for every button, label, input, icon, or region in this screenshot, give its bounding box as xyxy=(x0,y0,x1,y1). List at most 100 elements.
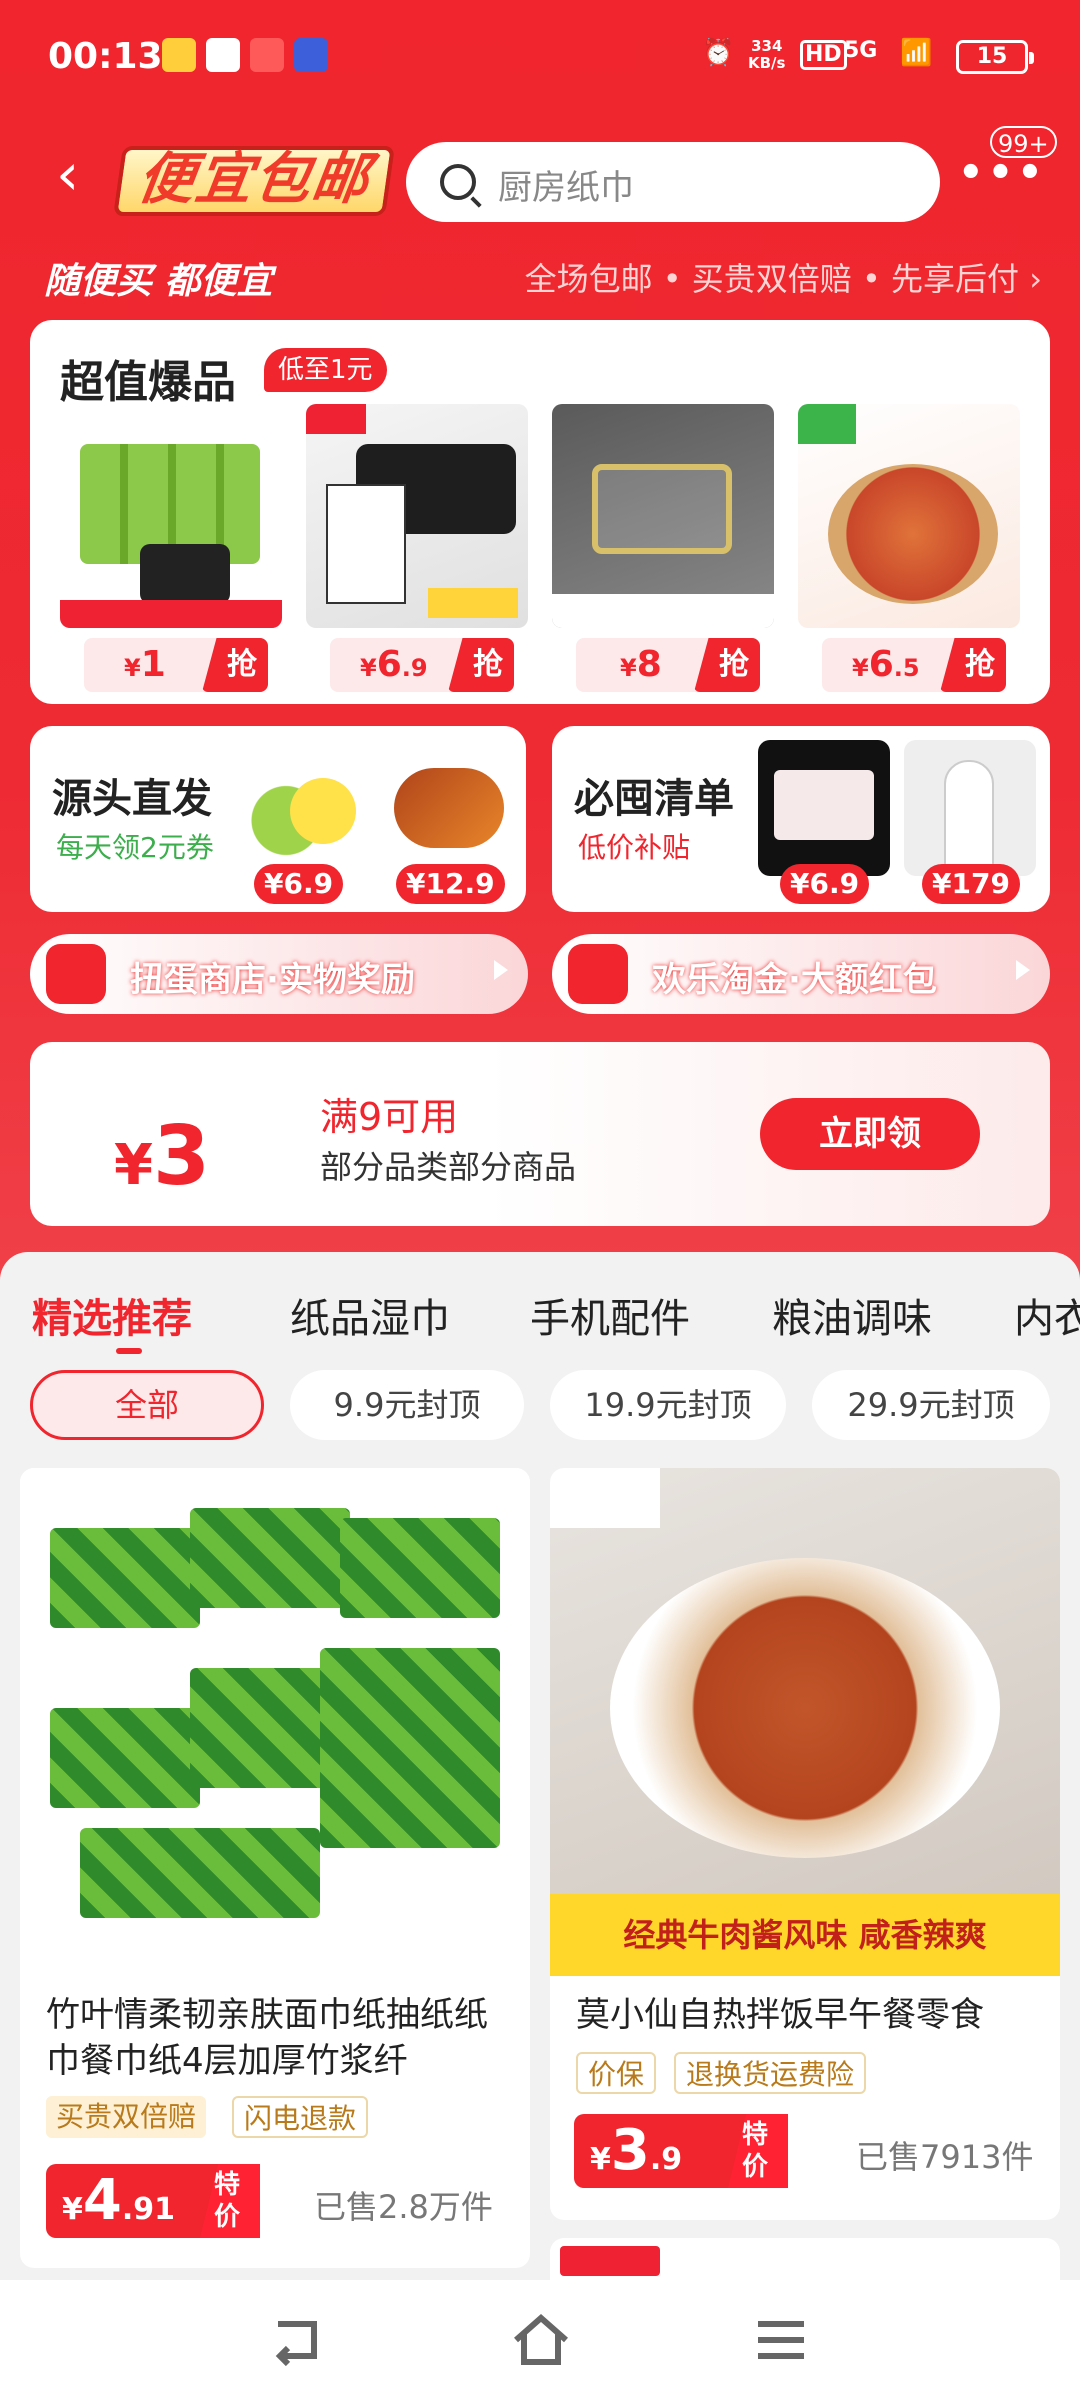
page-title: 便宜包邮 xyxy=(113,146,395,216)
notification-icon xyxy=(162,38,196,72)
coupon-amount: ¥3 xyxy=(114,1109,211,1204)
gold-rush-label: 欢乐淘金·大额红包 xyxy=(652,960,937,1000)
coupon-condition: 满9可用 xyxy=(320,1095,459,1139)
search-icon xyxy=(440,164,476,200)
grab-button[interactable]: 抢 xyxy=(448,638,514,692)
special-price-label: 特价 xyxy=(200,2164,260,2238)
grab-button[interactable]: 抢 xyxy=(940,638,1006,692)
price-value: ¥3.9 xyxy=(590,2118,683,2183)
home-nav-icon[interactable] xyxy=(506,2310,576,2370)
chevron-right-icon xyxy=(1016,960,1030,980)
source-direct-title: 源头直发 xyxy=(52,776,212,822)
wifi-icon: 📶 xyxy=(900,38,933,68)
gold-rush-banner[interactable]: 欢乐淘金·大额红包 xyxy=(552,934,1050,1014)
product-title: 竹叶情柔韧亲肤面巾纸抽纸纸巾餐巾纸4层加厚竹浆纤 xyxy=(46,1995,488,2081)
hot-deals-card: 超值爆品 低至1元 ¥1 抢 ¥6.9 抢 ¥8 抢 ¥6.5 抢 xyxy=(30,320,1050,704)
sold-count: 已售7913件 xyxy=(856,2138,1034,2176)
hot-price: ¥6.9 xyxy=(360,644,428,685)
product-title: 莫小仙自热拌饭早午餐零食 xyxy=(576,1995,984,2035)
source-price: ¥6.9 xyxy=(254,864,344,904)
hot-price-tag[interactable]: ¥6.9 抢 xyxy=(330,638,514,692)
app-notification-icon xyxy=(294,38,328,72)
must-stock-price: ¥6.9 xyxy=(780,864,870,904)
battery-icon: 15 xyxy=(956,40,1034,74)
back-nav-icon[interactable] xyxy=(264,2310,334,2370)
filter-29-9[interactable]: 29.9元封顶 xyxy=(812,1370,1050,1440)
must-stock-title: 必囤清单 xyxy=(574,776,734,822)
product-card[interactable]: 竹叶情柔韧亲肤面巾纸抽纸纸巾餐巾纸4层加厚竹浆纤 买贵双倍赔 闪电退款 ¥4.9… xyxy=(20,1468,530,2268)
back-icon[interactable]: ‹ xyxy=(56,144,96,204)
gacha-shop-banner[interactable]: 扭蛋商店·实物奖励 xyxy=(30,934,528,1014)
grab-button[interactable]: 抢 xyxy=(202,638,268,692)
system-nav-bar xyxy=(0,2280,1080,2400)
hd-icon: HD xyxy=(800,40,847,70)
signal-5g-icon: 5G xyxy=(844,38,878,63)
app-root: 00:13 ⏰ 334 KB/s HD 5G 📶 15 ‹ 便宜包邮 厨房纸巾 •… xyxy=(0,0,1080,2400)
product-image-jelly[interactable] xyxy=(60,404,282,628)
slogan: 随便买 都便宜 xyxy=(44,261,273,302)
status-bar: 00:13 ⏰ 334 KB/s HD 5G 📶 15 xyxy=(0,0,1080,120)
product-image-soap-rack[interactable] xyxy=(552,404,774,628)
network-speed: 334 KB/s xyxy=(748,37,786,72)
must-stock-card[interactable]: 必囤清单 低价补贴 ¥6.9 ¥179 xyxy=(552,726,1050,912)
product-tag: 闪电退款 xyxy=(232,2096,369,2138)
hot-deals-title: 超值爆品 xyxy=(60,357,236,408)
brand-logo xyxy=(560,2246,660,2276)
chevron-right-icon xyxy=(494,960,508,980)
search-input[interactable]: 厨房纸巾 xyxy=(406,142,940,222)
taobao-icon xyxy=(250,38,284,72)
product-image-belt[interactable] xyxy=(306,404,528,628)
hot-price-tag[interactable]: ¥1 抢 xyxy=(84,638,268,692)
category-tabs: 精选推荐 纸品湿巾 手机配件 粮油调味 内衣 xyxy=(0,1268,1080,1358)
hot-price: ¥8 xyxy=(620,644,662,685)
jacket-image xyxy=(904,740,1036,876)
service-tagline[interactable]: 全场包邮 • 买贵双倍赔 • 先享后付 › xyxy=(525,254,1042,300)
status-time: 00:13 xyxy=(48,36,163,77)
filter-9-9[interactable]: 9.9元封顶 xyxy=(290,1370,524,1440)
product-tag: 退换货运费险 xyxy=(674,2052,867,2094)
product-tag: 价保 xyxy=(576,2052,657,2094)
menu-nav-icon[interactable] xyxy=(746,2310,816,2370)
filter-all[interactable]: 全部 xyxy=(30,1370,264,1440)
product-card[interactable]: 经典牛肉酱风味 咸香辣爽 莫小仙自热拌饭早午餐零食 价保 退换货运费险 ¥3.9… xyxy=(550,1468,1060,2220)
qq-icon xyxy=(206,38,240,72)
gift-icon xyxy=(568,944,628,1004)
hot-deals-tag: 低至1元 xyxy=(264,348,387,392)
tab-phone-accessories[interactable]: 手机配件 xyxy=(530,1286,690,1344)
product-tag: 买贵双倍赔 xyxy=(46,2096,207,2138)
alarm-icon: ⏰ xyxy=(702,38,735,68)
filter-19-9[interactable]: 19.9元封顶 xyxy=(550,1370,786,1440)
claim-coupon-button[interactable]: 立即领 xyxy=(760,1098,980,1170)
tab-paper[interactable]: 纸品湿巾 xyxy=(290,1286,450,1344)
hot-price-tag[interactable]: ¥6.5 抢 xyxy=(822,638,1006,692)
coupon-card: ¥3 满9可用 部分品类部分商品 立即领 xyxy=(30,1042,1050,1226)
tab-underwear[interactable]: 内衣 xyxy=(1014,1286,1080,1344)
tab-grain-oil[interactable]: 粮油调味 xyxy=(772,1286,932,1344)
source-direct-subtitle: 每天领2元券 xyxy=(56,831,214,864)
source-direct-card[interactable]: 源头直发 每天领2元券 ¥6.9 ¥12.9 xyxy=(30,726,526,912)
red-envelope-icon xyxy=(46,944,106,1004)
product-price: ¥4.91 特价 xyxy=(46,2164,260,2238)
hot-price: ¥1 xyxy=(124,644,166,685)
tab-recommended[interactable]: 精选推荐 xyxy=(32,1286,192,1344)
must-stock-price: ¥179 xyxy=(922,864,1020,904)
hot-price: ¥6.5 xyxy=(852,644,920,685)
hot-price-tag[interactable]: ¥8 抢 xyxy=(576,638,760,692)
gacha-shop-label: 扭蛋商店·实物奖励 xyxy=(130,960,415,1000)
rice-bowl-image: 经典牛肉酱风味 咸香辣爽 xyxy=(550,1468,1060,1976)
must-stock-subtitle: 低价补贴 xyxy=(578,831,691,864)
product-banner-text: 经典牛肉酱风味 咸香辣爽 xyxy=(623,1916,987,1954)
special-price-label: 特价 xyxy=(728,2114,788,2188)
active-tab-indicator xyxy=(116,1348,142,1354)
message-badge: 99+ xyxy=(990,126,1057,158)
grab-button[interactable]: 抢 xyxy=(694,638,760,692)
tissue-image xyxy=(20,1468,530,1976)
coupon-scope: 部分品类部分商品 xyxy=(320,1148,577,1186)
product-image-persimmon[interactable] xyxy=(798,404,1020,628)
product-price: ¥3.9 特价 xyxy=(574,2114,788,2188)
search-placeholder: 厨房纸巾 xyxy=(498,168,634,208)
price-value: ¥4.91 xyxy=(62,2168,175,2233)
eyelash-image xyxy=(758,740,890,876)
sold-count: 已售2.8万件 xyxy=(314,2188,493,2226)
source-price: ¥12.9 xyxy=(396,864,505,904)
